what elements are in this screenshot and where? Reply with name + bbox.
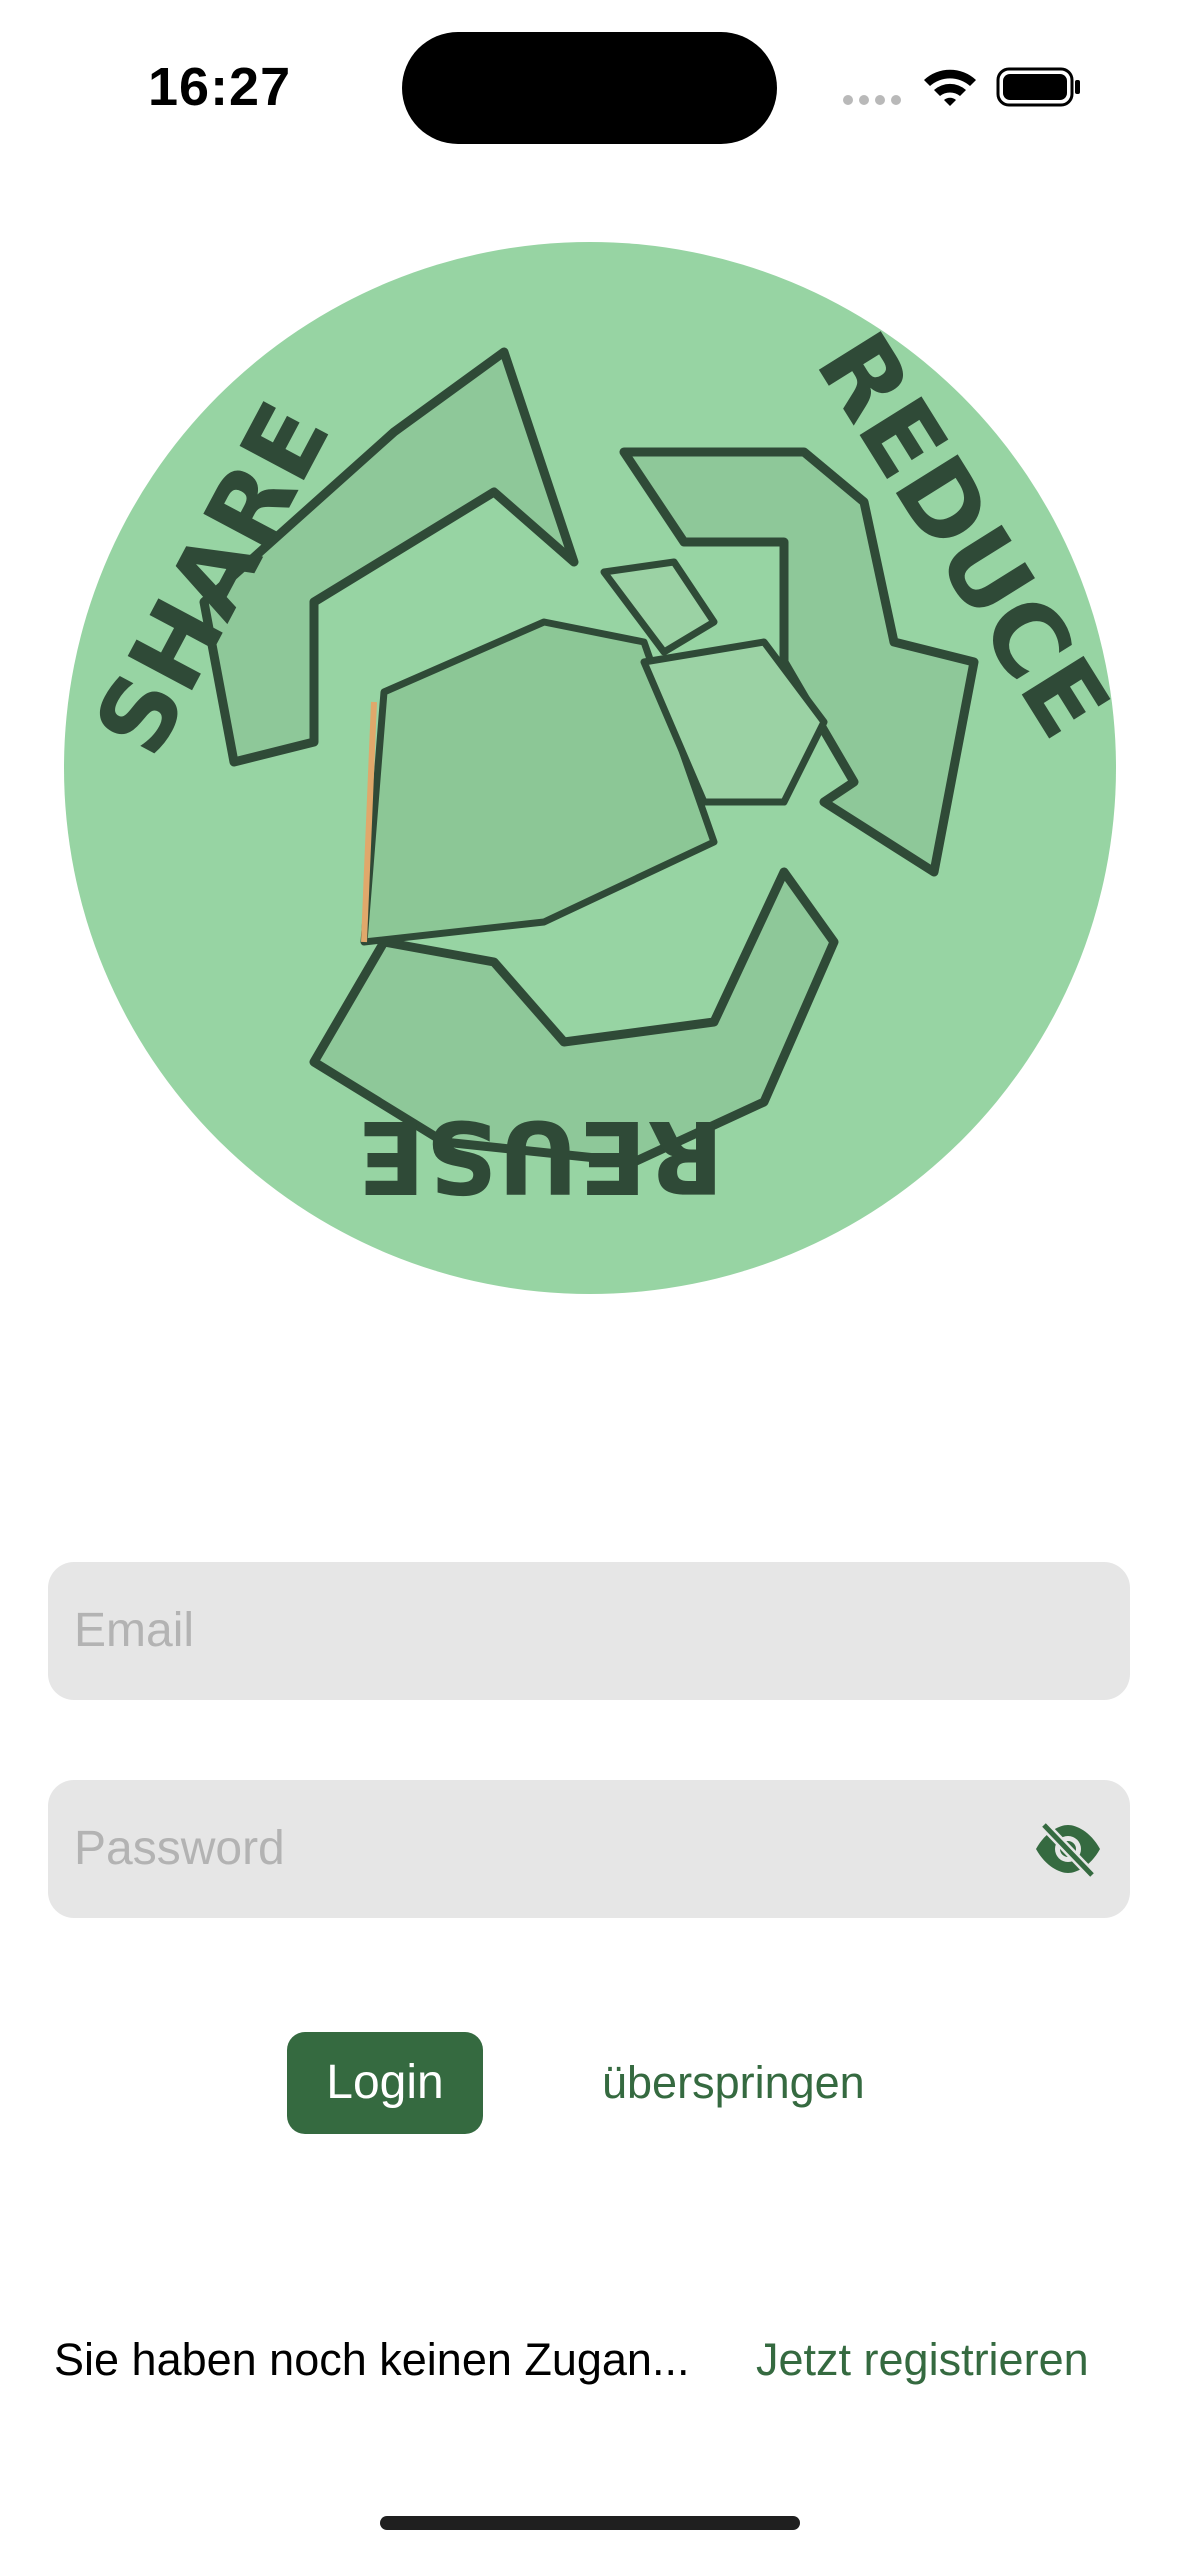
wifi-icon [924,69,976,106]
no-account-text: Sie haben noch keinen Zugan... [54,2334,690,2385]
status-time: 16:27 [148,57,292,117]
skip-button[interactable]: überspringen [602,2032,865,2134]
email-placeholder: Email [74,1604,195,1657]
register-link[interactable]: Jetzt registrieren [756,2330,1089,2390]
cellular-signal-icon [843,95,901,105]
login-button[interactable]: Login [287,2032,483,2134]
password-placeholder: Password [74,1822,285,1875]
home-indicator[interactable] [380,2516,800,2530]
share-reduce-reuse-logo: SHARE REDUCE REUSE [64,242,1116,1294]
email-field[interactable]: Email [48,1562,1130,1700]
eye-slash-icon[interactable] [1032,1819,1104,1879]
dynamic-island [402,32,777,144]
battery-icon [996,67,1080,107]
logo-word-reuse: REUSE [357,1098,724,1215]
password-field[interactable]: Password [48,1780,1130,1918]
